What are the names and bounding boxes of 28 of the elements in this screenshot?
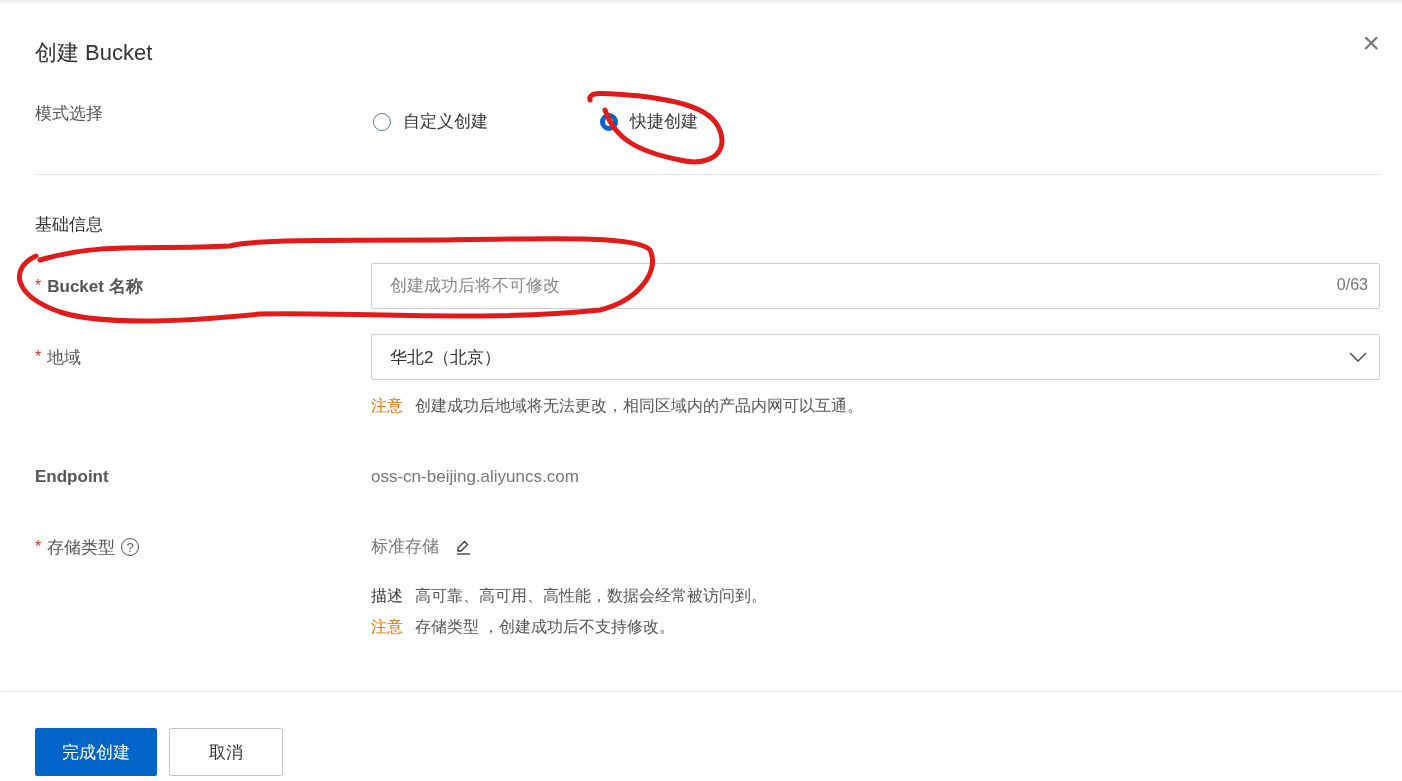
edit-icon[interactable] <box>455 539 471 555</box>
required-asterisk: * <box>35 348 42 366</box>
radio-label[interactable]: 快捷创建 <box>630 110 698 133</box>
chevron-down-icon <box>1349 352 1367 362</box>
character-counter: 0/63 <box>1336 276 1368 294</box>
radio-label[interactable]: 自定义创建 <box>403 110 488 133</box>
close-button[interactable]: × <box>1362 28 1380 58</box>
dialog-title: 创建 Bucket <box>35 39 153 67</box>
note-text: 高可靠、高可用、高性能，数据会经常被访问到。 <box>415 586 767 606</box>
cancel-button[interactable]: 取消 <box>169 728 283 776</box>
field-label: 模式选择 <box>35 103 103 125</box>
note-text: 创建成功后地域将无法更改，相同区域内的产品内网可以互通。 <box>415 396 863 416</box>
note-text: 存储类型 ，创建成功后不支持修改。 <box>415 617 676 637</box>
region-dropdown[interactable]: 华北2（北京） <box>371 334 1380 380</box>
create-button[interactable]: 完成创建 <box>35 728 157 776</box>
endpoint-value: oss-cn-beijing.aliyuncs.com <box>371 466 580 488</box>
storage-type-value: 标准存储 <box>371 536 439 558</box>
section-heading: 基础信息 <box>35 214 104 236</box>
field-label: 地域 <box>47 346 82 369</box>
field-label: Bucket 名称 <box>47 275 143 298</box>
required-asterisk: * <box>35 277 42 295</box>
required-asterisk: * <box>35 538 42 556</box>
note-tag: 注意 <box>371 617 403 638</box>
field-label: 存储类型 <box>47 536 116 559</box>
note-tag: 注意 <box>371 396 403 417</box>
field-label: Endpoint <box>35 467 109 487</box>
radio-button[interactable] <box>600 112 618 131</box>
note-tag: 描述 <box>371 586 403 607</box>
